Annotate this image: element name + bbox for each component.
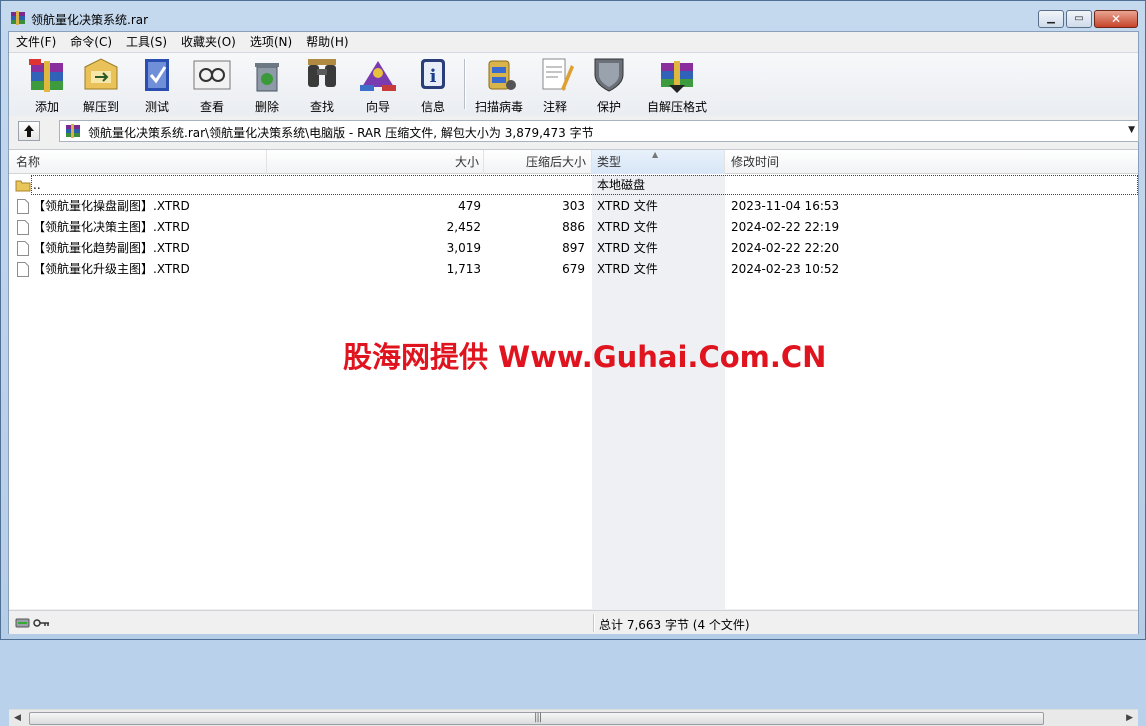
- address-row: 领航量化决策系统.rar\领航量化决策系统\电脑版 - RAR 压缩文件, 解包…: [9, 116, 1139, 146]
- svg-text:i: i: [430, 66, 437, 87]
- parent-folder-name: ..: [33, 178, 41, 192]
- table-row[interactable]: 【领航量化趋势副图】.XTRD 3,019 897 XTRD 文件 2024-0…: [9, 238, 1138, 259]
- table-row[interactable]: 【领航量化升级主图】.XTRD 1,713 679 XTRD 文件 2024-0…: [9, 259, 1138, 280]
- scroll-right-icon[interactable]: ▶: [1126, 713, 1133, 723]
- extract-to-button[interactable]: 解压到: [73, 55, 129, 115]
- client-area: 文件(F) 命令(C) 工具(S) 收藏夹(O) 选项(N) 帮助(H) 添加: [8, 31, 1139, 726]
- column-header-type[interactable]: ▲ 类型: [592, 150, 725, 174]
- close-button[interactable]: ✕: [1094, 10, 1138, 28]
- delete-button[interactable]: 删除: [239, 55, 295, 115]
- status-total: 总计 7,663 字节 (4 个文件): [599, 618, 750, 632]
- column-header-modified[interactable]: 修改时间: [725, 150, 1138, 174]
- watermark-text: 股海网提供 Www.Guhai.Com.CN: [343, 340, 827, 374]
- up-one-level-button[interactable]: [18, 121, 40, 141]
- delete-icon: [255, 63, 279, 92]
- maximize-icon: ▭: [1074, 13, 1084, 24]
- test-icon: [145, 59, 169, 91]
- file-icon: [17, 199, 29, 214]
- menu-commands[interactable]: 命令(C): [63, 32, 119, 52]
- find-icon: [308, 59, 336, 87]
- protect-button[interactable]: 保护: [581, 55, 637, 115]
- protect-icon: [594, 58, 624, 92]
- close-icon: ✕: [1110, 12, 1122, 26]
- column-header-packed[interactable]: 压缩后大小: [484, 150, 592, 174]
- comment-icon: [542, 58, 574, 91]
- menu-help[interactable]: 帮助(H): [299, 32, 355, 52]
- menu-bar: 文件(F) 命令(C) 工具(S) 收藏夹(O) 选项(N) 帮助(H): [9, 32, 1138, 52]
- file-icon: [17, 262, 29, 277]
- file-icon: [17, 241, 29, 256]
- view-button[interactable]: 查看: [184, 55, 240, 115]
- sfx-icon: [661, 61, 693, 93]
- menu-tools[interactable]: 工具(S): [119, 32, 174, 52]
- toolbar-separator: [464, 59, 466, 109]
- table-row[interactable]: 【领航量化操盘副图】.XTRD 479 303 XTRD 文件 2023-11-…: [9, 196, 1138, 217]
- info-icon: i: [421, 59, 445, 89]
- column-header-name[interactable]: 名称: [9, 150, 267, 174]
- menu-file[interactable]: 文件(F): [9, 32, 63, 52]
- horizontal-scrollbar[interactable]: ◀ ||| ▶: [9, 709, 1138, 726]
- sfx-button[interactable]: 自解压格式: [641, 55, 713, 115]
- drive-key-icon: [15, 618, 49, 628]
- dropdown-arrow-icon[interactable]: ▼: [1128, 125, 1135, 135]
- find-button[interactable]: 查找: [294, 55, 350, 115]
- menu-favorites[interactable]: 收藏夹(O): [174, 32, 243, 52]
- status-divider: [593, 614, 595, 632]
- file-list: 名称 大小 压缩后大小 ▲ 类型 修改时间 .. 本地磁盘 【领航量化操盘副图】…: [9, 149, 1138, 726]
- up-arrow-icon: [24, 125, 34, 137]
- list-header: 名称 大小 压缩后大小 ▲ 类型 修改时间: [9, 150, 1138, 174]
- wizard-icon: [360, 61, 396, 91]
- view-icon: [193, 60, 231, 90]
- address-bar[interactable]: 领航量化决策系统.rar\领航量化决策系统\电脑版 - RAR 压缩文件, 解包…: [59, 120, 1139, 142]
- menu-options[interactable]: 选项(N): [243, 32, 299, 52]
- table-row[interactable]: 【领航量化决策主图】.XTRD 2,452 886 XTRD 文件 2024-0…: [9, 217, 1138, 238]
- comment-button[interactable]: 注释: [527, 55, 583, 115]
- winrar-window: 领航量化决策系统.rar ▁ ▭ ✕ 文件(F) 命令(C) 工具(S) 收藏夹…: [0, 0, 1146, 726]
- status-bar: 总计 7,663 字节 (4 个文件): [9, 610, 1138, 634]
- extract-to-icon: [84, 58, 118, 90]
- scan-virus-button[interactable]: 扫描病毒: [469, 55, 529, 115]
- file-icon: [17, 220, 29, 235]
- maximize-button[interactable]: ▭: [1066, 10, 1092, 28]
- minimize-icon: ▁: [1047, 13, 1055, 24]
- parent-folder-type: 本地磁盘: [597, 178, 646, 192]
- folder-icon: [15, 180, 31, 192]
- title-bar[interactable]: 领航量化决策系统.rar ▁ ▭ ✕: [1, 1, 1145, 31]
- test-button[interactable]: 测试: [129, 55, 185, 115]
- info-button[interactable]: i 信息: [405, 55, 461, 115]
- scan-virus-icon: [488, 60, 516, 90]
- wizard-button[interactable]: 向导: [350, 55, 406, 115]
- minimize-button[interactable]: ▁: [1038, 10, 1064, 28]
- grip-icon: |||: [534, 712, 542, 723]
- rar-archive-icon: [66, 124, 80, 138]
- sort-ascending-icon: ▲: [652, 150, 659, 159]
- winrar-app-icon: [11, 11, 25, 25]
- add-archive-icon: [29, 59, 63, 92]
- parent-folder-row[interactable]: .. 本地磁盘: [9, 175, 1138, 196]
- window-title: 领航量化决策系统.rar: [31, 13, 149, 27]
- add-button[interactable]: 添加: [19, 55, 75, 115]
- scrollbar-thumb[interactable]: |||: [29, 712, 1044, 725]
- scroll-left-icon[interactable]: ◀: [14, 713, 21, 723]
- address-path: 领航量化决策系统.rar\领航量化决策系统\电脑版 - RAR 压缩文件, 解包…: [88, 126, 594, 140]
- column-header-size[interactable]: 大小: [267, 150, 484, 174]
